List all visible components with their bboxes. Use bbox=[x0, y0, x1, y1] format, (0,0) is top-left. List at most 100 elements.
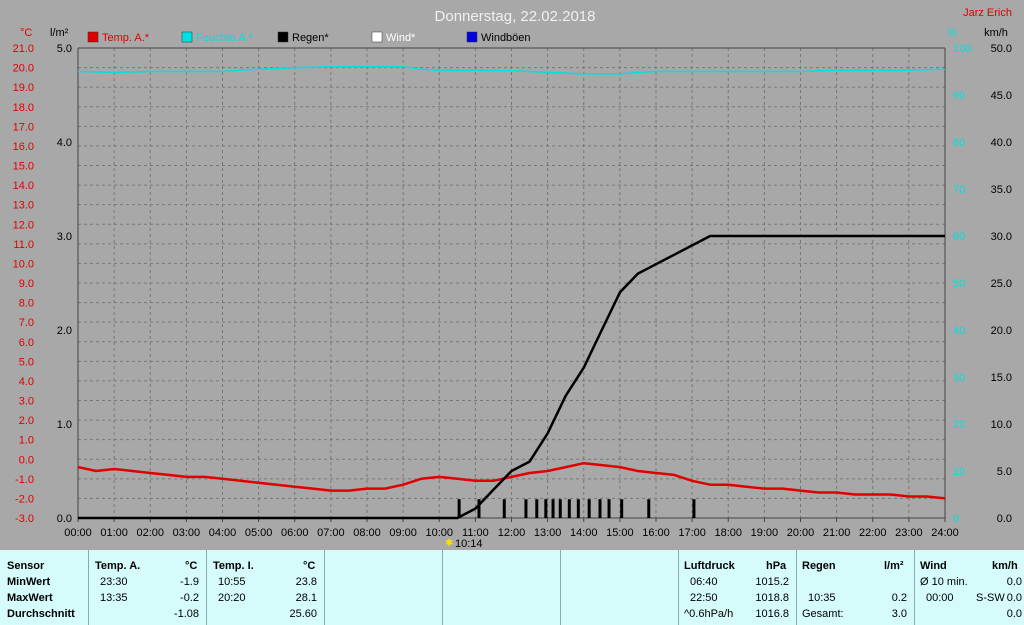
header-rain-unit: l/m² bbox=[884, 560, 904, 572]
y-tick-label-temp: 20.0 bbox=[13, 63, 34, 75]
y-tick-label-temp: -2.0 bbox=[15, 493, 34, 505]
y-tick-label-temp: 12.0 bbox=[13, 219, 34, 231]
rain-bar bbox=[567, 499, 571, 518]
rain-bar bbox=[551, 499, 555, 518]
pressure-time: 22:50 bbox=[690, 592, 718, 604]
y-tick-label-wind: 45.0 bbox=[991, 90, 1012, 102]
header-pressure: Luftdruck bbox=[684, 560, 735, 572]
header-rain: Regen bbox=[802, 560, 836, 572]
author-label: Jarz Erich bbox=[963, 7, 1012, 19]
x-tick-label: 04:00 bbox=[209, 527, 237, 539]
y-tick-label-temp: 6.0 bbox=[19, 337, 34, 349]
x-tick-label: 02:00 bbox=[136, 527, 164, 539]
y-tick-label-wind: 30.0 bbox=[991, 231, 1012, 243]
unit-humidity: % bbox=[947, 27, 957, 39]
y-tick-label-temp: 2.0 bbox=[19, 415, 34, 427]
y-tick-label-temp: 18.0 bbox=[13, 102, 34, 114]
col-divider bbox=[324, 550, 325, 625]
rain-bar bbox=[598, 499, 602, 518]
y-tick-label-humidity: 70 bbox=[953, 184, 965, 196]
legend-swatch bbox=[466, 31, 478, 43]
rain-bars bbox=[457, 499, 696, 518]
x-tick-label: 09:00 bbox=[389, 527, 417, 539]
rain-bar bbox=[647, 499, 651, 518]
x-tick-label: 05:00 bbox=[245, 527, 273, 539]
col-divider bbox=[796, 550, 797, 625]
x-tick-label: 24:00 bbox=[931, 527, 959, 539]
x-tick-label: 19:00 bbox=[751, 527, 779, 539]
x-tick-label: 12:00 bbox=[498, 527, 526, 539]
rain-bar bbox=[502, 499, 506, 518]
y-tick-label-temp: 9.0 bbox=[19, 278, 34, 290]
y-tick-label-wind: 50.0 bbox=[991, 43, 1012, 55]
y-tick-label-humidity: 40 bbox=[953, 325, 965, 337]
header-temp-i-unit: °C bbox=[303, 560, 316, 572]
y-tick-label-rain: 5.0 bbox=[57, 43, 72, 55]
legend-swatch bbox=[371, 31, 383, 43]
x-tick-label: 06:00 bbox=[281, 527, 309, 539]
temp-i-value: 25.60 bbox=[289, 608, 317, 620]
x-tick-label: 16:00 bbox=[642, 527, 670, 539]
chart-area: Donnerstag, 22.02.2018 Jarz Erich °C l/m… bbox=[0, 0, 1024, 550]
temp-i-time: 10:55 bbox=[218, 576, 246, 588]
temp-i-time: 20:20 bbox=[218, 592, 246, 604]
summary-table: Sensor Temp. A. °C Temp. I. °C Luftdruck… bbox=[0, 550, 1024, 625]
rain-bar bbox=[535, 499, 539, 518]
y-tick-label-temp: 15.0 bbox=[13, 161, 34, 173]
y-tick-label-temp: 17.0 bbox=[13, 121, 34, 133]
x-tick-label: 17:00 bbox=[678, 527, 706, 539]
y-tick-label-temp: 19.0 bbox=[13, 82, 34, 94]
rain-value: 3.0 bbox=[891, 608, 907, 620]
y-tick-label-temp: 10.0 bbox=[13, 258, 34, 270]
pressure-value: 1018.8 bbox=[755, 592, 789, 604]
row-label: Durchschnitt bbox=[7, 608, 75, 620]
x-tick-label: 18:00 bbox=[714, 527, 742, 539]
header-wind-unit: km/h bbox=[992, 560, 1018, 572]
header-temp-a: Temp. A. bbox=[95, 560, 141, 572]
legend-label: Temp. A.* bbox=[102, 32, 150, 44]
col-divider bbox=[560, 550, 561, 625]
wind-time: 00:00 bbox=[926, 592, 954, 604]
y-tick-label-temp: 8.0 bbox=[19, 298, 34, 310]
legend-label: Regen* bbox=[292, 32, 329, 44]
pressure-time: 06:40 bbox=[690, 576, 718, 588]
header-temp-i: Temp. I. bbox=[213, 560, 254, 572]
y-tick-label-rain: 4.0 bbox=[57, 137, 72, 149]
y-tick-label-rain: 0.0 bbox=[57, 513, 72, 525]
col-divider bbox=[442, 550, 443, 625]
y-tick-label-temp: -3.0 bbox=[15, 513, 34, 525]
rain-bar bbox=[457, 499, 461, 518]
rain-bar bbox=[620, 499, 624, 518]
y-tick-label-rain: 2.0 bbox=[57, 325, 72, 337]
y-tick-label-temp: 5.0 bbox=[19, 356, 34, 368]
unit-wind: km/h bbox=[984, 27, 1008, 39]
y-tick-label-temp: 1.0 bbox=[19, 435, 34, 447]
temp-i-value: 28.1 bbox=[295, 592, 317, 604]
legend-label: Feuchte A.* bbox=[196, 32, 254, 44]
x-tick-label: 07:00 bbox=[317, 527, 345, 539]
y-tick-label-temp: 7.0 bbox=[19, 317, 34, 329]
row-label: MinWert bbox=[7, 576, 51, 588]
legend-swatch bbox=[181, 31, 193, 43]
y-tick-label-rain: 3.0 bbox=[57, 231, 72, 243]
temp-a-value: -1.08 bbox=[173, 608, 199, 620]
y-tick-label-wind: 0.0 bbox=[997, 513, 1012, 525]
y-tick-label-humidity: 80 bbox=[953, 137, 965, 149]
unit-rain: l/m² bbox=[50, 27, 69, 39]
y-tick-label-temp: 13.0 bbox=[13, 200, 34, 212]
legend: Temp. A.* Feuchte A.* Regen* Wind* Windböen bbox=[87, 31, 531, 44]
legend-label: Windböen bbox=[481, 32, 531, 44]
y-tick-label-humidity: 100 bbox=[953, 43, 971, 55]
grid bbox=[78, 48, 945, 518]
wind-value: 0.0 bbox=[1006, 576, 1022, 588]
chart-title: Donnerstag, 22.02.2018 bbox=[435, 8, 596, 25]
rain-bar bbox=[576, 499, 580, 518]
pressure-value: 1015.2 bbox=[755, 576, 789, 588]
rain-time: 10:35 bbox=[808, 592, 836, 604]
x-tick-label: 08:00 bbox=[353, 527, 381, 539]
y-tick-label-wind: 35.0 bbox=[991, 184, 1012, 196]
rain-bar bbox=[524, 499, 528, 518]
axes: 21.0 20.0 19.0 18.0 17.0 16.0 15.0 14.0 13.0 12.0… bbox=[13, 43, 1012, 539]
rain-value: 0.2 bbox=[891, 592, 907, 604]
wind-value: 0.0 bbox=[1006, 608, 1022, 620]
